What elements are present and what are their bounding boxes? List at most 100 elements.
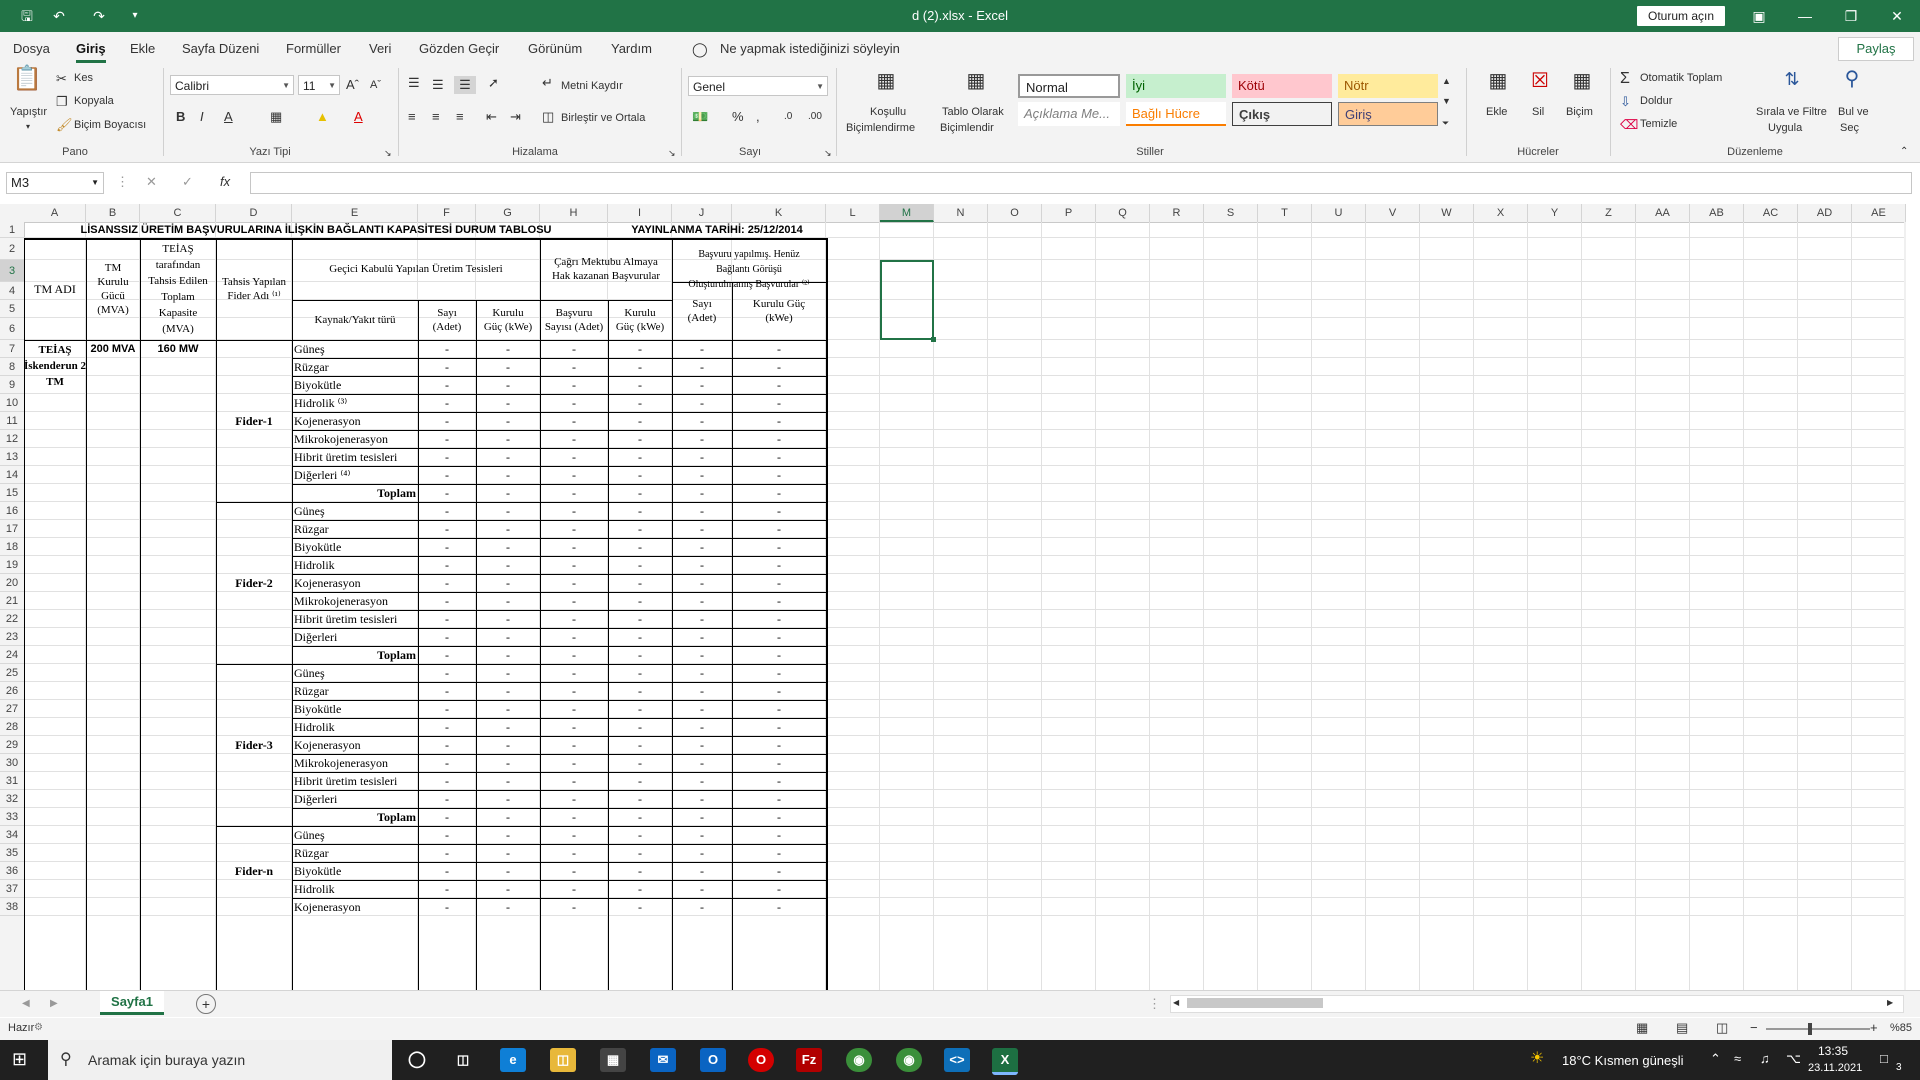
header-tahsis-kapasite[interactable]: TEİAŞ tarafından Tahsis Edilen Toplam Kapasi… — [140, 238, 216, 340]
clock-date[interactable]: 23.11.2021 — [1808, 1062, 1862, 1074]
value-cell[interactable]: - — [672, 412, 732, 430]
cut-icon[interactable]: ✂ — [56, 70, 67, 88]
borders-icon[interactable]: ▦ — [270, 108, 282, 126]
value-cell[interactable]: - — [476, 808, 540, 826]
source-type-cell[interactable]: Rüzgar — [292, 682, 418, 700]
formula-input[interactable] — [250, 172, 1912, 194]
copy-button[interactable]: Kopyala — [74, 95, 114, 107]
value-cell[interactable]: - — [608, 898, 672, 916]
fill-button[interactable]: Doldur — [1640, 95, 1672, 107]
value-cell[interactable]: - — [418, 790, 476, 808]
weather-icon[interactable]: ☀ — [1530, 1050, 1544, 1068]
sheet-cell[interactable]: TEİAŞ İskenderun 2 TM — [24, 340, 86, 394]
column-header[interactable]: U — [1312, 204, 1366, 222]
source-type-cell[interactable]: Hibrit üretim tesisleri — [292, 610, 418, 628]
value-cell[interactable]: - — [672, 772, 732, 790]
row-header[interactable]: 14 — [0, 466, 24, 484]
value-cell[interactable]: - — [608, 880, 672, 898]
row-header[interactable]: 15 — [0, 484, 24, 502]
value-cell[interactable]: - — [672, 574, 732, 592]
bold-icon[interactable]: B — [176, 108, 185, 126]
column-header[interactable]: D — [216, 204, 292, 222]
column-header[interactable]: M — [880, 204, 934, 222]
number-format-combo[interactable]: Genel ▼ — [688, 76, 828, 96]
source-type-cell[interactable]: Biyokütle — [292, 376, 418, 394]
value-cell[interactable]: - — [608, 754, 672, 772]
value-cell[interactable]: - — [608, 574, 672, 592]
value-cell[interactable]: - — [732, 358, 826, 376]
row-header[interactable]: 37 — [0, 880, 24, 898]
column-header[interactable]: A — [24, 204, 86, 222]
value-cell[interactable]: - — [540, 376, 608, 394]
styles-more-icon[interactable]: ⏷ — [1442, 114, 1449, 132]
value-cell[interactable]: - — [476, 628, 540, 646]
format-as-table-label-1[interactable]: Tablo Olarak — [942, 106, 1004, 118]
value-cell[interactable]: - — [418, 394, 476, 412]
column-header[interactable]: W — [1420, 204, 1474, 222]
row-header[interactable]: 21 — [0, 592, 24, 610]
value-cell[interactable]: - — [418, 430, 476, 448]
prev-sheet-icon[interactable]: ◀ — [22, 995, 30, 1013]
header-fider-adi[interactable]: Tahsis Yapılan Fider Adı ⁽¹⁾ — [216, 238, 292, 340]
value-cell[interactable]: - — [540, 358, 608, 376]
row-header[interactable]: 36 — [0, 862, 24, 880]
align-center-icon[interactable]: ≡ — [432, 108, 440, 126]
column-header[interactable]: F — [418, 204, 476, 222]
value-cell[interactable]: - — [540, 844, 608, 862]
value-cell[interactable]: - — [476, 610, 540, 628]
column-header[interactable]: AD — [1798, 204, 1852, 222]
clear-button[interactable]: Temizle — [1640, 118, 1677, 130]
value-cell[interactable]: - — [672, 484, 732, 502]
value-cell[interactable]: - — [476, 502, 540, 520]
currency-icon[interactable]: 💵 — [692, 108, 708, 126]
value-cell[interactable]: - — [540, 826, 608, 844]
style-input[interactable]: Giriş — [1338, 102, 1438, 126]
sheet-title[interactable]: LİSANSSIZ ÜRETİM BAŞVURULARINA İLİŞKİN B… — [24, 222, 608, 238]
align-middle-icon[interactable]: ☰ — [432, 76, 444, 94]
value-cell[interactable]: - — [418, 718, 476, 736]
fider-label[interactable]: Fider-n — [216, 826, 292, 916]
value-cell[interactable]: - — [732, 502, 826, 520]
page-break-icon[interactable]: ◫ — [1716, 1019, 1728, 1037]
value-cell[interactable]: - — [418, 538, 476, 556]
value-cell[interactable]: - — [672, 826, 732, 844]
italic-icon[interactable]: I — [200, 108, 204, 126]
style-output[interactable]: Çıkış — [1232, 102, 1332, 126]
collapse-ribbon-icon[interactable]: ⌃ — [1900, 146, 1908, 157]
row-header[interactable]: 5 — [0, 300, 24, 318]
value-cell[interactable]: - — [540, 574, 608, 592]
value-cell[interactable]: - — [608, 628, 672, 646]
value-cell[interactable]: - — [418, 466, 476, 484]
wrap-text-button[interactable]: Metni Kaydır — [561, 80, 623, 92]
value-cell[interactable]: - — [418, 808, 476, 826]
value-cell[interactable]: - — [732, 700, 826, 718]
tell-me-search[interactable]: Ne yapmak istediğinizi söyleyin — [720, 41, 900, 56]
value-cell[interactable]: - — [476, 646, 540, 664]
row-header[interactable]: 22 — [0, 610, 24, 628]
value-cell[interactable]: - — [476, 538, 540, 556]
value-cell[interactable]: - — [672, 466, 732, 484]
horizontal-scroll-thumb[interactable] — [1187, 998, 1323, 1008]
restore-button[interactable]: ❐ — [1828, 0, 1874, 32]
value-cell[interactable]: - — [672, 646, 732, 664]
sheet-cell[interactable]: 160 MW — [140, 340, 216, 358]
source-type-cell[interactable]: Diğerleri — [292, 628, 418, 646]
menu-gorunum[interactable]: Görünüm — [528, 41, 582, 56]
value-cell[interactable]: - — [476, 826, 540, 844]
value-cell[interactable]: - — [418, 592, 476, 610]
align-left-icon[interactable]: ≡ — [408, 108, 416, 126]
value-cell[interactable]: - — [608, 664, 672, 682]
value-cell[interactable]: - — [608, 862, 672, 880]
value-cell[interactable]: - — [418, 376, 476, 394]
value-cell[interactable]: - — [540, 520, 608, 538]
value-cell[interactable]: - — [476, 664, 540, 682]
delete-cells-button[interactable]: Sil — [1532, 106, 1544, 118]
value-cell[interactable]: - — [540, 898, 608, 916]
total-label[interactable]: Toplam — [292, 808, 418, 826]
row-header[interactable]: 1 — [0, 222, 24, 238]
value-cell[interactable]: - — [476, 682, 540, 700]
sheet-cell[interactable]: Sayı (Adet) — [418, 300, 476, 340]
value-cell[interactable]: - — [732, 610, 826, 628]
value-cell[interactable]: - — [672, 862, 732, 880]
value-cell[interactable]: - — [672, 790, 732, 808]
